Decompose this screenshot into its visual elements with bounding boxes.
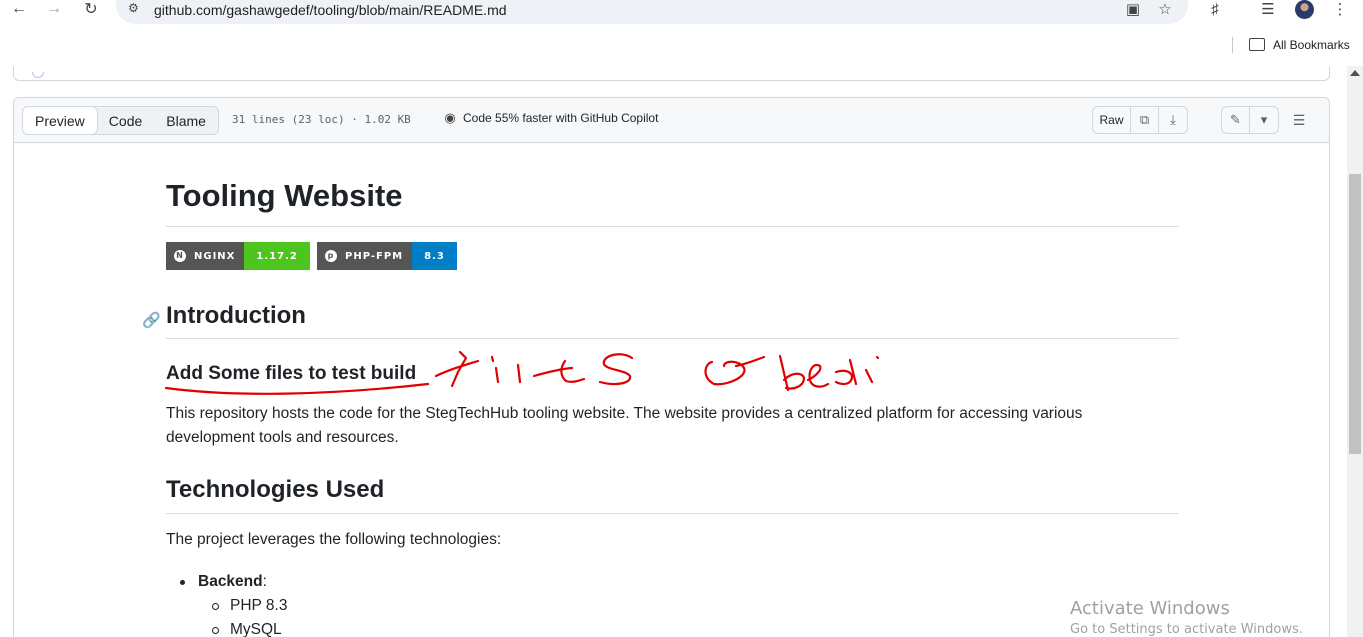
bookmark-star-icon[interactable]: ☆ — [1156, 0, 1174, 18]
browser-chrome: ← → ↻ ⚙ github.com/gashawgedef/tooling/b… — [0, 0, 1363, 66]
backend-sublist: PHP 8.3 MySQL — [198, 594, 287, 637]
badge-value: 8.3 — [412, 242, 457, 270]
readme-title: Tooling Website — [166, 178, 403, 213]
install-app-icon[interactable]: ▣ — [1124, 0, 1142, 18]
partial-avatar-icon — [32, 72, 44, 78]
url-path: /gashawgedef/tooling/blob/main/README.md — [222, 2, 507, 18]
nginx-badge[interactable]: N NGINX 1.17.2 — [166, 242, 310, 270]
extensions-icon[interactable]: ♯ — [1204, 0, 1226, 18]
copilot-icon: ◉ — [444, 110, 456, 125]
list-item: Backend: PHP 8.3 MySQL — [166, 570, 287, 637]
nginx-logo-icon: N — [174, 250, 186, 262]
back-icon[interactable]: ← — [7, 0, 31, 18]
introduction-divider — [166, 338, 1179, 339]
url-text[interactable]: github.com/gashawgedef/tooling/blob/main… — [154, 2, 507, 18]
technologies-heading: Technologies Used — [166, 476, 385, 503]
tab-blame[interactable]: Blame — [154, 107, 218, 134]
introduction-heading: Introduction — [166, 302, 306, 329]
php-fpm-badge[interactable]: p PHP-FPM 8.3 — [317, 242, 457, 270]
technologies-divider — [166, 513, 1179, 514]
backend-label: Backend — [198, 573, 263, 590]
folder-icon[interactable] — [1249, 38, 1265, 51]
badge-value: 1.17.2 — [244, 242, 310, 270]
scroll-up-arrow-icon[interactable] — [1350, 70, 1360, 76]
edit-pencil-icon[interactable]: ✎ — [1222, 107, 1250, 133]
technologies-list: Backend: PHP 8.3 MySQL — [166, 570, 287, 637]
file-actions: Raw ⧉ ⤓ — [1092, 106, 1188, 134]
media-icon[interactable]: ☰ — [1257, 0, 1279, 18]
tab-preview[interactable]: Preview — [22, 106, 98, 135]
badge-label: NGINX — [194, 250, 236, 262]
backend-colon: : — [262, 573, 267, 590]
list-item: PHP 8.3 — [198, 594, 287, 618]
reload-icon[interactable]: ↻ — [79, 0, 103, 18]
copilot-link[interactable]: ◉ Code 55% faster with GitHub Copilot — [442, 110, 659, 126]
list-item: MySQL — [198, 618, 287, 637]
edit-actions: ✎ ▾ — [1221, 106, 1279, 134]
technologies-paragraph: The project leverages the following tech… — [166, 531, 502, 548]
page-scrollbar[interactable] — [1347, 66, 1363, 637]
tab-code[interactable]: Code — [97, 107, 154, 134]
all-bookmarks-button[interactable]: All Bookmarks — [1273, 38, 1350, 52]
file-header: Preview Code Blame 31 lines (23 loc) · 1… — [14, 98, 1329, 143]
view-mode-tabs: Preview Code Blame — [22, 106, 219, 135]
intro-paragraph: This repository hosts the code for the S… — [166, 402, 1082, 450]
intro-line-2: development tools and resources. — [166, 429, 399, 446]
copy-icon[interactable]: ⧉ — [1131, 107, 1159, 133]
site-info-icon[interactable]: ⚙ — [128, 1, 144, 15]
forward-icon[interactable]: → — [42, 0, 66, 18]
activation-watermark-title: Activate Windows — [1070, 598, 1230, 619]
copilot-label: Code 55% faster with GitHub Copilot — [463, 111, 659, 125]
bookmarks-bar: All Bookmarks — [0, 34, 1363, 58]
php-logo-icon: p — [325, 250, 337, 262]
download-icon[interactable]: ⤓ — [1159, 107, 1187, 133]
page-content: Preview Code Blame 31 lines (23 loc) · 1… — [0, 66, 1347, 637]
intro-line-1: This repository hosts the code for the S… — [166, 405, 1083, 422]
raw-button[interactable]: Raw — [1093, 107, 1131, 133]
address-bar[interactable]: ⚙ github.com/gashawgedef/tooling/blob/ma… — [116, 0, 1188, 24]
previous-panel — [13, 66, 1330, 81]
badge-label: PHP-FPM — [345, 250, 404, 262]
browser-toolbar: ← → ↻ ⚙ github.com/gashawgedef/tooling/b… — [0, 0, 1363, 24]
menu-icon[interactable]: ⋮ — [1329, 0, 1351, 18]
sub-heading: Add Some files to test build — [166, 363, 417, 384]
bookmarks-divider — [1232, 37, 1233, 53]
chevron-down-icon[interactable]: ▾ — [1250, 107, 1278, 133]
outline-list-icon[interactable]: ☰ — [1285, 107, 1313, 133]
title-divider — [166, 226, 1179, 227]
profile-avatar[interactable] — [1295, 0, 1314, 19]
file-viewer: Preview Code Blame 31 lines (23 loc) · 1… — [13, 97, 1330, 637]
link-anchor-icon[interactable]: 🔗 — [142, 311, 161, 329]
activation-watermark-subtitle: Go to Settings to activate Windows. — [1070, 622, 1303, 637]
file-meta: 31 lines (23 loc) · 1.02 KB — [232, 113, 411, 126]
scroll-thumb[interactable] — [1349, 174, 1361, 454]
url-host: github.com — [154, 2, 223, 18]
